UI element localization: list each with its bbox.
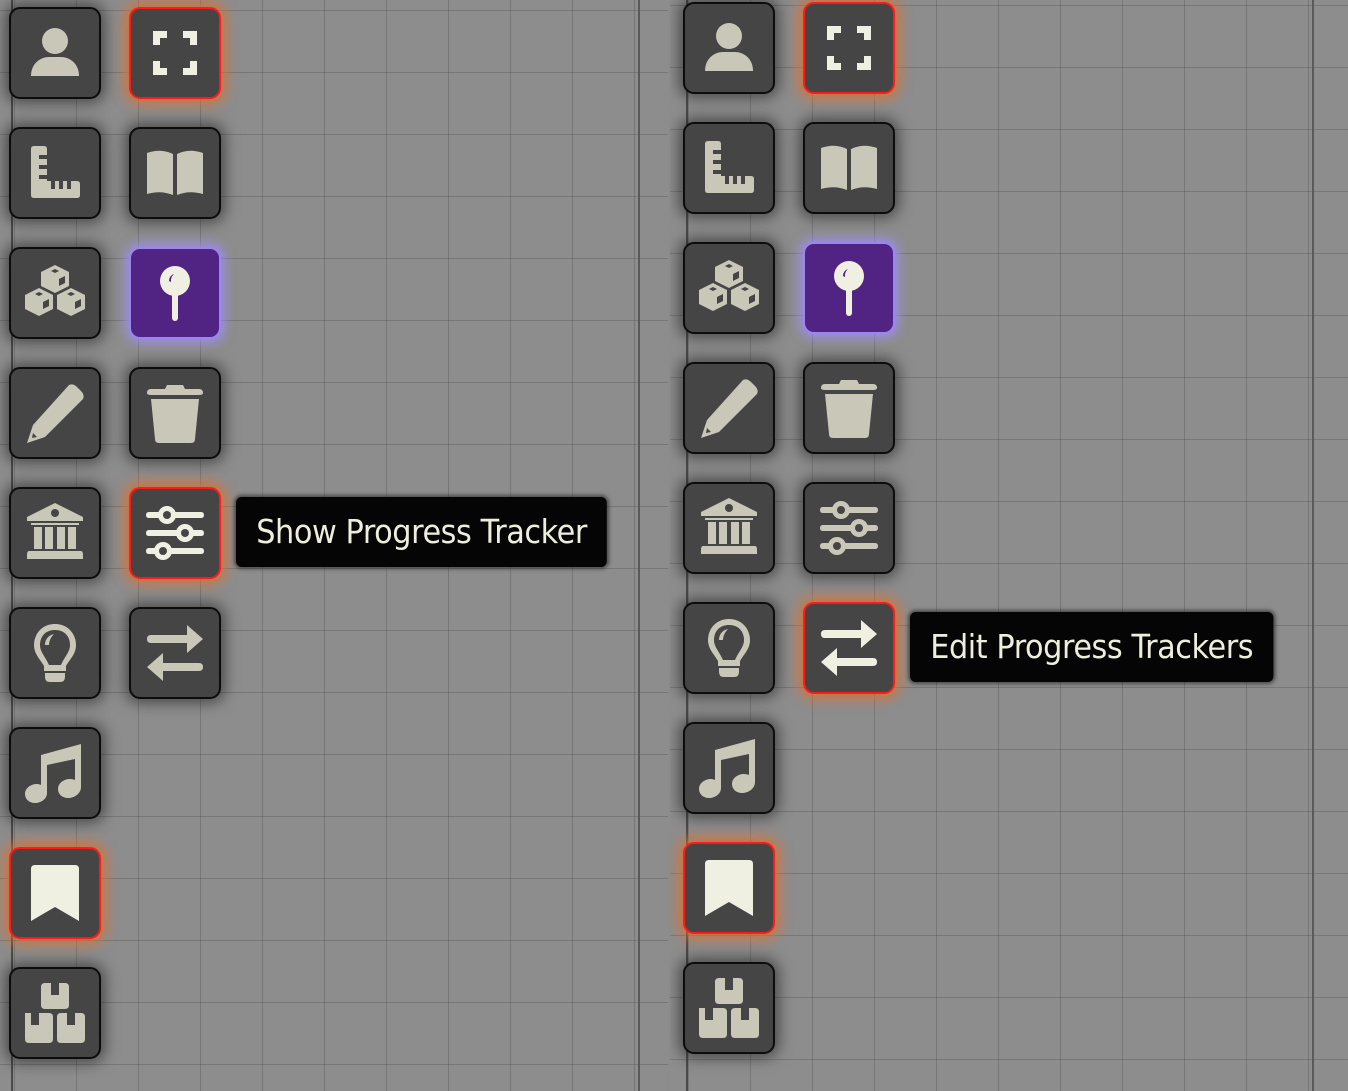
canvas-panel-right: Edit Progress Trackers xyxy=(670,0,1348,1091)
landmark-icon xyxy=(697,496,761,560)
lightbulb-icon xyxy=(697,616,761,680)
map-pin-button[interactable] xyxy=(129,247,221,339)
token-controls-button[interactable] xyxy=(9,7,101,99)
drawing-tools-button[interactable] xyxy=(683,242,775,334)
cubes-icon xyxy=(23,261,87,325)
delete-button[interactable] xyxy=(129,367,221,459)
expand-icon xyxy=(143,21,207,85)
notes-button[interactable] xyxy=(9,367,101,459)
book-open-icon xyxy=(817,136,881,200)
expand-icon xyxy=(817,16,881,80)
tiles-button[interactable] xyxy=(683,482,775,574)
bookmark-icon xyxy=(697,856,761,920)
bookmarks-button[interactable] xyxy=(683,842,775,934)
lightbulb-icon xyxy=(23,621,87,685)
notes-button[interactable] xyxy=(683,362,775,454)
canvas-panel-left: Show Progress Tracker xyxy=(0,0,668,1091)
ruler-icon xyxy=(23,141,87,205)
show-progress-tracker-button[interactable] xyxy=(129,487,221,579)
tooltip: Show Progress Tracker xyxy=(236,497,608,567)
drawing-tools-button[interactable] xyxy=(9,247,101,339)
lighting-button[interactable] xyxy=(9,607,101,699)
journal-button[interactable] xyxy=(129,127,221,219)
sounds-button[interactable] xyxy=(9,727,101,819)
bookmarks-button[interactable] xyxy=(9,847,101,939)
fullscreen-button[interactable] xyxy=(803,2,895,94)
boxes-icon xyxy=(697,976,761,1040)
bookmark-icon xyxy=(23,861,87,925)
book-open-icon xyxy=(143,141,207,205)
tiles-button[interactable] xyxy=(9,487,101,579)
boxes-icon xyxy=(23,981,87,1045)
journal-button[interactable] xyxy=(803,122,895,214)
map-pin-icon xyxy=(143,261,207,325)
sounds-button[interactable] xyxy=(683,722,775,814)
delete-button[interactable] xyxy=(803,362,895,454)
user-icon xyxy=(23,21,87,85)
map-pin-button[interactable] xyxy=(803,242,895,334)
ruler-icon xyxy=(697,136,761,200)
trash-icon xyxy=(817,376,881,440)
fullscreen-button[interactable] xyxy=(129,7,221,99)
trash-icon xyxy=(143,381,207,445)
user-icon xyxy=(697,16,761,80)
boxes-button[interactable] xyxy=(9,967,101,1059)
token-controls-button[interactable] xyxy=(683,2,775,94)
pencil-icon xyxy=(697,376,761,440)
sliders-icon xyxy=(817,496,881,560)
scene-border-line xyxy=(638,0,640,1091)
map-pin-icon xyxy=(817,256,881,320)
arrows-swap-icon xyxy=(817,616,881,680)
lighting-button[interactable] xyxy=(683,602,775,694)
music-icon xyxy=(697,736,761,800)
sliders-icon xyxy=(143,501,207,565)
pencil-icon xyxy=(23,381,87,445)
tooltip: Edit Progress Trackers xyxy=(910,612,1274,682)
boxes-button[interactable] xyxy=(683,962,775,1054)
scene-border-line xyxy=(1312,0,1314,1091)
measure-controls-button[interactable] xyxy=(9,127,101,219)
music-icon xyxy=(23,741,87,805)
show-progress-tracker-button[interactable] xyxy=(803,482,895,574)
measure-controls-button[interactable] xyxy=(683,122,775,214)
edit-progress-trackers-button[interactable] xyxy=(129,607,221,699)
arrows-swap-icon xyxy=(143,621,207,685)
landmark-icon xyxy=(23,501,87,565)
cubes-icon xyxy=(697,256,761,320)
edit-progress-trackers-button[interactable] xyxy=(803,602,895,694)
